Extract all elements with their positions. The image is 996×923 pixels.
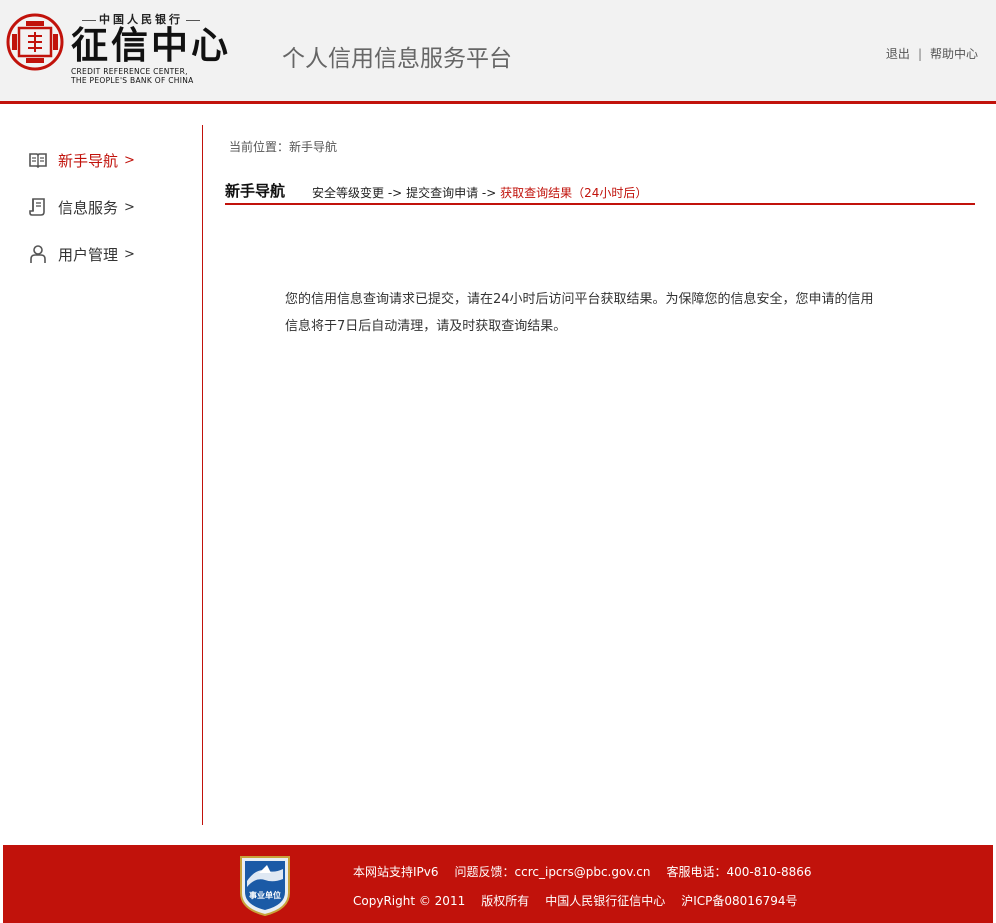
- logout-link[interactable]: 退出: [886, 47, 910, 61]
- organization-name: 中国人民银行征信中心: [545, 894, 666, 908]
- help-center-link[interactable]: 帮助中心: [930, 47, 978, 61]
- chevron-right-icon: >: [124, 152, 135, 168]
- step-indicator: 安全等级变更 -> 提交查询申请 -> 获取查询结果（24小时后）: [312, 184, 647, 201]
- ipv6-support-text: 本网站支持IPv6: [353, 865, 439, 879]
- step-arrow: ->: [481, 186, 497, 200]
- footer-contact-line: 本网站支持IPv6 问题反馈：ccrc_ipcrs@pbc.gov.cn 客服电话：…: [353, 863, 812, 880]
- logo-english-line2: THE PEOPLE'S BANK OF CHINA: [71, 76, 194, 85]
- sidebar: 新手导航 > 信息服务 > 用户管理 >: [0, 104, 202, 825]
- public-institution-badge-icon: 事业单位: [240, 856, 290, 917]
- badge-label: 事业单位: [249, 890, 281, 900]
- icp-license-link[interactable]: 沪ICP备08016794号: [681, 894, 797, 908]
- footer: 事业单位 本网站支持IPv6 问题反馈：ccrc_ipcrs@pbc.gov.cn…: [3, 845, 993, 923]
- sidebar-item-info-service[interactable]: 信息服务 >: [28, 195, 135, 219]
- logo-english-name: CREDIT REFERENCE CENTER, THE PEOPLE'S BA…: [71, 67, 194, 85]
- logo-english-line1: CREDIT REFERENCE CENTER,: [71, 67, 188, 76]
- sidebar-item-label: 用户管理: [58, 245, 119, 264]
- logo-credit-center: 征信中心: [71, 23, 231, 67]
- step-get-result: 获取查询结果（24小时后）: [500, 186, 648, 200]
- chevron-right-icon: >: [124, 199, 135, 215]
- copyright-text: CopyRight © 2011: [353, 894, 466, 908]
- chevron-right-icon: >: [124, 246, 135, 262]
- sidebar-item-user-management[interactable]: 用户管理 >: [28, 242, 135, 266]
- step-submit-query: 提交查询申请: [406, 186, 479, 200]
- service-phone: 客服电话：400-810-8866: [666, 865, 812, 879]
- sidebar-item-label: 信息服务: [58, 198, 119, 217]
- sidebar-divider: [202, 125, 203, 825]
- user-icon: [30, 245, 46, 263]
- link-separator: |: [917, 47, 922, 61]
- feedback-email-link[interactable]: 问题反馈：ccrc_ipcrs@pbc.gov.cn: [455, 865, 651, 879]
- breadcrumb: 当前位置：新手导航: [229, 140, 338, 154]
- top-links: 退出 | 帮助中心: [886, 45, 978, 62]
- section-title: 新手导航: [225, 182, 286, 200]
- footer-copyright-line: CopyRight © 2011 版权所有 中国人民银行征信中心 沪ICP备08016…: [353, 892, 797, 909]
- step-security-level: 安全等级变更: [312, 186, 385, 200]
- section-divider: [225, 203, 975, 205]
- platform-title: 个人信用信息服务平台: [282, 46, 512, 72]
- notice-line: 信息将于7日后自动清理，请及时获取查询结果。: [285, 319, 567, 334]
- header: 中国人民银行 征信中心 CREDIT REFERENCE CENTER, THE…: [0, 0, 996, 101]
- sidebar-item-beginner-guide[interactable]: 新手导航 >: [28, 148, 135, 172]
- query-submitted-notice: 您的信用信息查询请求已提交，请在24小时后访问平台获取结果。为保障您的信息安全，…: [285, 286, 925, 340]
- step-arrow: ->: [387, 186, 403, 200]
- document-icon: [29, 198, 45, 216]
- book-icon: [29, 153, 47, 169]
- rights-reserved-text: 版权所有: [481, 894, 530, 908]
- credit-center-seal-icon: [6, 13, 64, 71]
- notice-line: 您的信用信息查询请求已提交，请在24小时后访问平台获取结果。为保障您的信息安全，…: [285, 292, 874, 307]
- sidebar-item-label: 新手导航: [58, 151, 119, 170]
